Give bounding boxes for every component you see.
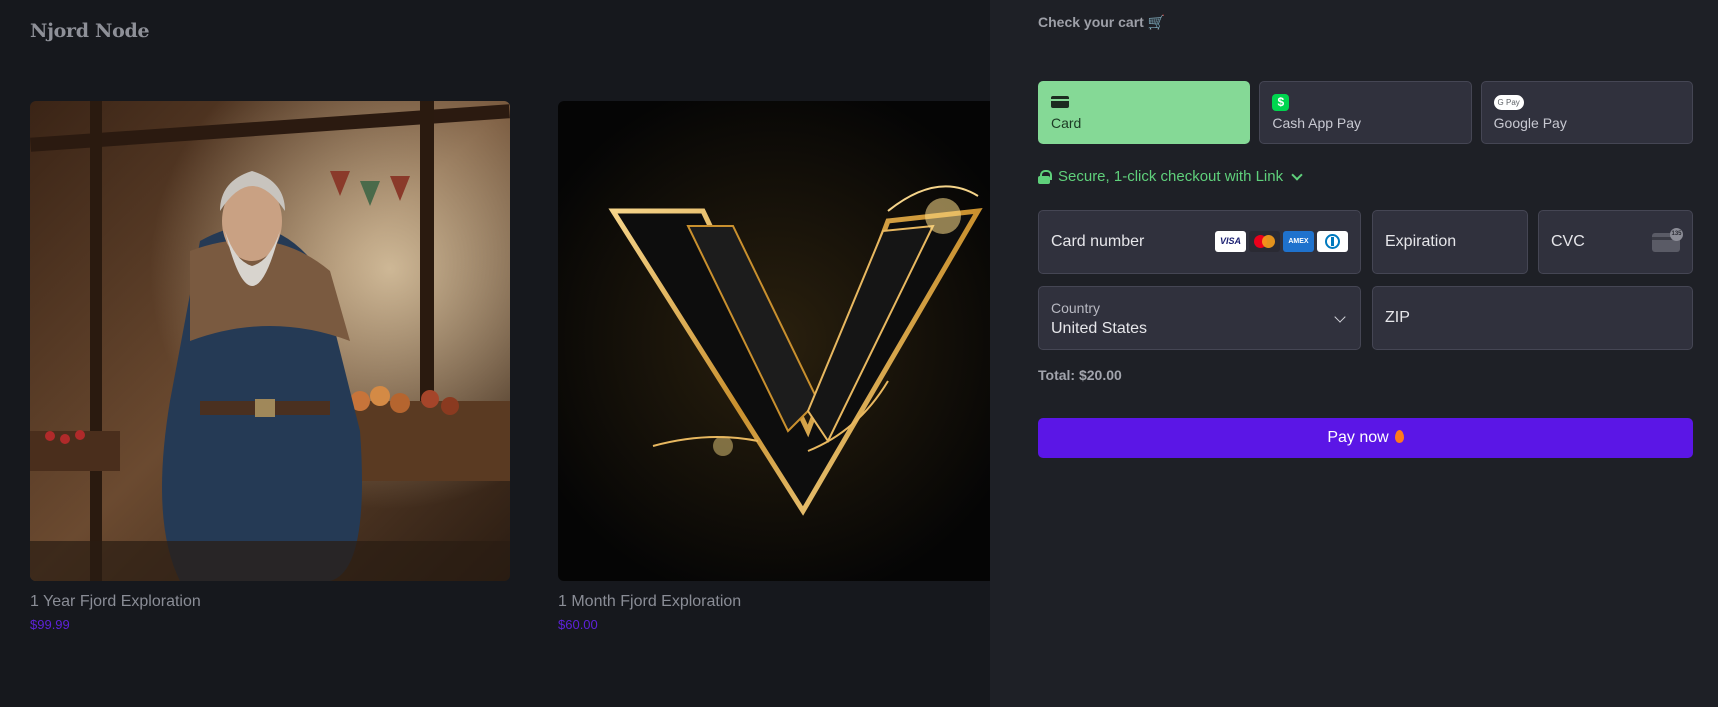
chevron-down-icon — [1291, 168, 1303, 181]
cash-app-icon: $ — [1272, 94, 1290, 111]
shopping-cart-icon: 🛒 — [1147, 14, 1166, 30]
pay-now-button[interactable]: Pay now — [1038, 418, 1693, 458]
chevron-down-icon — [1334, 311, 1346, 323]
cvc-field[interactable]: CVC 135 — [1538, 210, 1693, 274]
google-pay-icon: G Pay — [1493, 95, 1524, 110]
card-number-field[interactable]: Card number VISA AMEX — [1038, 210, 1361, 274]
payment-tab-label: Card — [1051, 115, 1082, 131]
payment-tab-label: Google Pay — [1493, 115, 1567, 131]
credit-card-icon — [1051, 96, 1069, 108]
zip-placeholder: ZIP — [1385, 309, 1410, 326]
checkout-panel: Check your cart 🛒 Card $ Cash App Pay G P… — [990, 0, 1718, 707]
viking-market-illustration — [30, 101, 510, 581]
cvc-badge: 135 — [1670, 228, 1683, 241]
product-card[interactable]: 1 Month Fjord Exploration $60.00 — [558, 101, 990, 632]
link-checkout-toggle[interactable]: Secure, 1-click checkout with Link — [1038, 168, 1303, 185]
cvc-placeholder: CVC — [1551, 233, 1585, 250]
mastercard-icon — [1249, 231, 1280, 252]
zip-field[interactable]: ZIP — [1372, 286, 1693, 350]
cart-title-text: Check your cart — [1038, 14, 1144, 30]
card-number-placeholder: Card number — [1051, 233, 1145, 250]
golden-v-logo-illustration — [558, 101, 990, 581]
lock-icon — [1038, 169, 1052, 184]
card-brand-icons: VISA AMEX — [1215, 231, 1348, 252]
shop-area: Njord Node 1 Year Fjord Exploration $99.… — [0, 0, 990, 707]
fire-icon — [1394, 430, 1404, 443]
product-price: $99.99 — [30, 617, 70, 632]
payment-tab-google-pay[interactable]: G Pay Google Pay — [1480, 81, 1693, 144]
amex-icon: AMEX — [1283, 231, 1314, 252]
product-image-viking[interactable] — [30, 101, 510, 581]
payment-tab-cash-app[interactable]: $ Cash App Pay — [1259, 81, 1472, 144]
cart-title: Check your cart 🛒 — [1038, 14, 1165, 31]
pay-now-label: Pay now — [1327, 429, 1389, 446]
brand-logo[interactable]: Njord Node — [30, 20, 150, 42]
visa-icon: VISA — [1215, 231, 1246, 252]
cvc-card-icon: 135 — [1652, 228, 1683, 252]
country-label: Country — [1051, 300, 1101, 316]
link-checkout-text: Secure, 1-click checkout with Link — [1058, 168, 1284, 185]
expiration-placeholder: Expiration — [1385, 233, 1457, 250]
country-select[interactable]: Country United States — [1038, 286, 1361, 350]
product-price: $60.00 — [558, 617, 598, 632]
product-card[interactable]: 1 Year Fjord Exploration $99.99 — [30, 101, 510, 632]
diners-club-icon — [1317, 231, 1348, 252]
product-name[interactable]: 1 Month Fjord Exploration — [558, 593, 990, 611]
product-name[interactable]: 1 Year Fjord Exploration — [30, 593, 510, 611]
expiration-field[interactable]: Expiration — [1372, 210, 1528, 274]
payment-method-tabs: Card $ Cash App Pay G Pay Google Pay — [1038, 81, 1693, 144]
payment-tab-card[interactable]: Card — [1038, 81, 1251, 144]
payment-tab-label: Cash App Pay — [1272, 115, 1362, 131]
country-value: United States — [1051, 320, 1148, 337]
product-image-v-logo[interactable] — [558, 101, 990, 581]
order-total: Total: $20.00 — [1038, 367, 1122, 383]
